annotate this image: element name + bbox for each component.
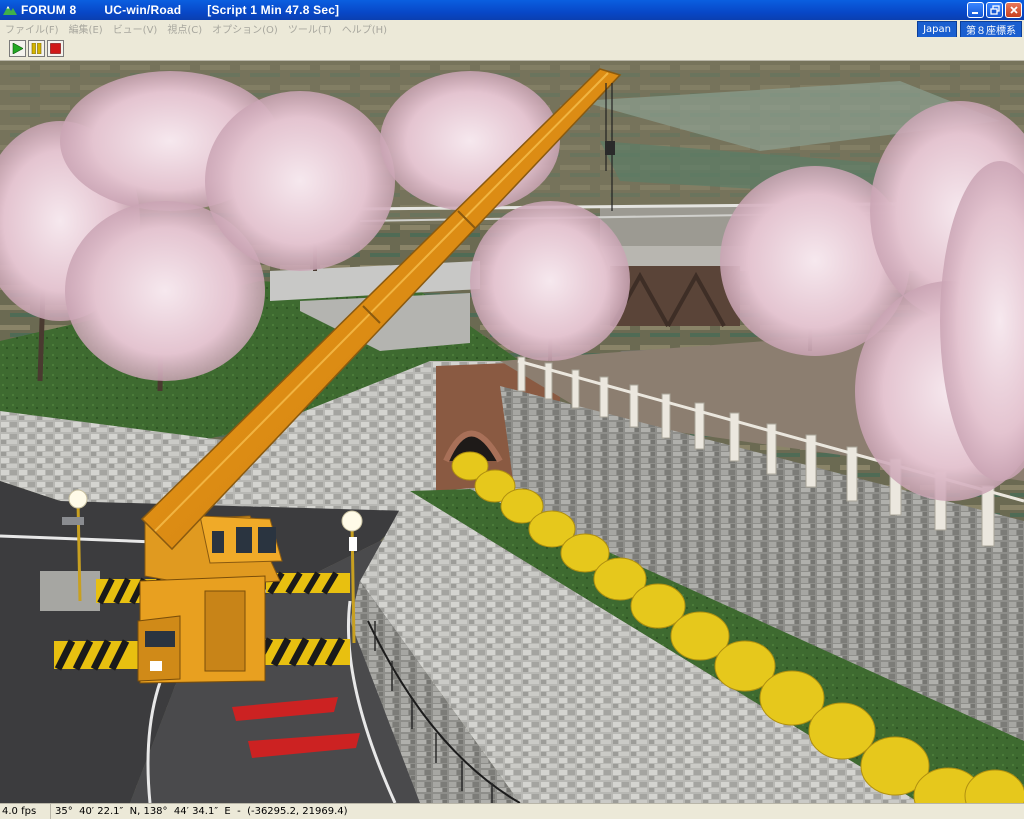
product-name: UC-win/Road xyxy=(104,3,182,17)
region-button[interactable]: Japan xyxy=(917,21,957,38)
title-bar[interactable]: FORUM 8 UC-win/Road [Script 1 Min 47.8 S… xyxy=(0,0,1024,20)
minimize-icon xyxy=(972,11,978,14)
coordinate-readout: 35° 40′ 22.1″ N, 138° 44′ 34.1″ E - (-36… xyxy=(55,806,348,817)
crane-truck xyxy=(137,515,283,684)
restore-icon xyxy=(989,5,1000,15)
menu-file[interactable]: ファイル(F) xyxy=(0,21,64,36)
menu-edit[interactable]: 編集(E) xyxy=(64,21,108,36)
3d-viewport[interactable] xyxy=(0,61,1024,803)
toolbar xyxy=(0,37,1024,61)
play-button[interactable] xyxy=(9,40,26,57)
minimize-button[interactable] xyxy=(967,2,984,18)
menu-tools[interactable]: ツール(T) xyxy=(283,21,337,36)
app-name: FORUM 8 xyxy=(21,3,77,17)
restore-button[interactable] xyxy=(986,2,1003,18)
stop-button[interactable] xyxy=(47,40,64,57)
coordinate-system-button[interactable]: 第８座標系 xyxy=(960,21,1022,38)
play-icon xyxy=(12,43,23,54)
pause-button[interactable] xyxy=(28,40,45,57)
pause-icon xyxy=(31,43,42,54)
script-status: [Script 1 Min 47.8 Sec] xyxy=(207,3,340,17)
stop-icon xyxy=(50,43,61,54)
menu-help[interactable]: ヘルプ(H) xyxy=(337,21,392,36)
close-button[interactable] xyxy=(1005,2,1022,18)
3d-scene xyxy=(0,61,1024,803)
fps-readout: 4.0 fps xyxy=(0,804,51,819)
menu-view[interactable]: ビュー(V) xyxy=(108,21,163,36)
status-bar: 4.0 fps 35° 40′ 22.1″ N, 138° 44′ 34.1″ … xyxy=(0,803,1024,819)
menu-options[interactable]: オプション(O) xyxy=(207,21,283,36)
menu-camera[interactable]: 視点(C) xyxy=(162,21,207,36)
forum8-logo-icon xyxy=(3,6,17,15)
menu-bar: ファイル(F) 編集(E) ビュー(V) 視点(C) オプション(O) ツール(… xyxy=(0,20,1024,38)
close-icon xyxy=(1009,6,1018,14)
